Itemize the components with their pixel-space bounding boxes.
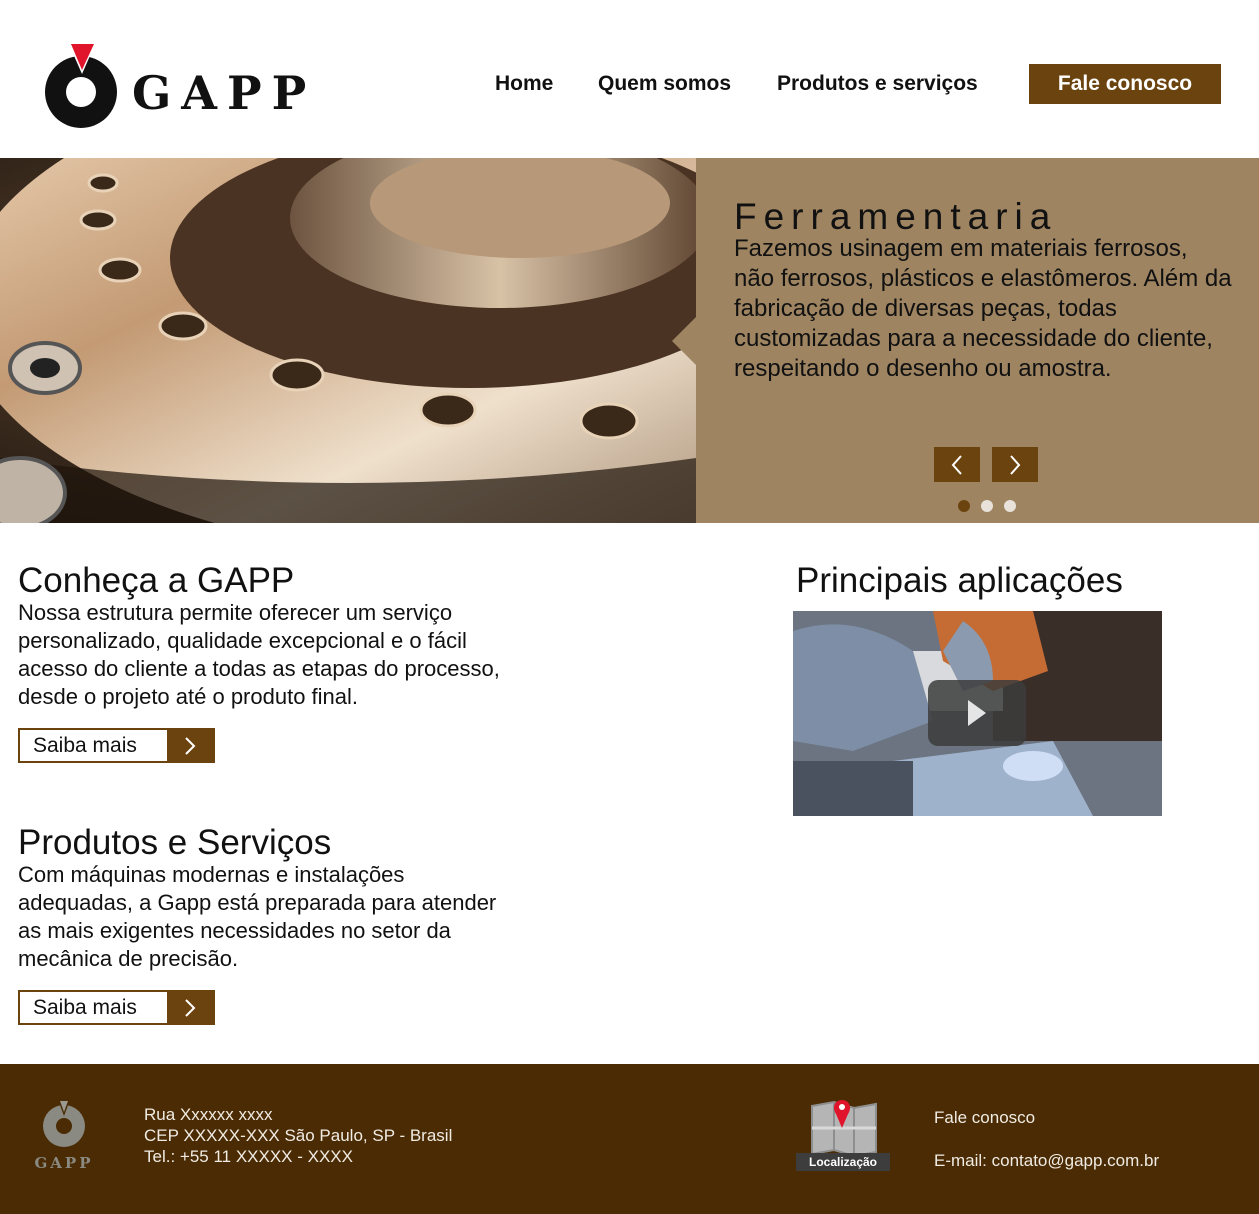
hero-title: Ferramentaria [734, 196, 1058, 237]
footer-contact-link[interactable]: Fale conosco [934, 1108, 1035, 1128]
products-more-label: Saiba mais [33, 996, 137, 1019]
svg-text:GAPP: GAPP [34, 1154, 93, 1172]
slider-dot-1[interactable] [958, 500, 970, 512]
about-more-arrow [167, 730, 213, 761]
products-more-arrow [167, 992, 213, 1023]
products-more-button[interactable]: Saiba mais [18, 990, 215, 1025]
about-more-button[interactable]: Saiba mais [18, 728, 215, 763]
nav-home[interactable]: Home [495, 72, 553, 96]
footer-email[interactable]: E-mail: contato@gapp.com.br [934, 1151, 1159, 1171]
slider-dot-3[interactable] [1004, 500, 1016, 512]
hero-panel-notch [672, 317, 696, 365]
footer-logo-icon: GAPP [34, 1100, 93, 1172]
products-title: Produtos e Serviços [18, 823, 332, 862]
hero-text-panel: Ferramentaria Fazemos usinagem em materi… [696, 158, 1259, 523]
chevron-left-icon [951, 454, 962, 475]
map-label: Localização [796, 1153, 890, 1171]
site-header: GAPP Home Quem somos Produtos e serviços… [0, 0, 1259, 158]
applications-video[interactable] [793, 611, 1162, 816]
about-title: Conheça a GAPP [18, 561, 295, 600]
slider-next-button[interactable] [992, 447, 1038, 482]
logo-wordmark: GAPP [132, 66, 317, 120]
slider-dot-2[interactable] [981, 500, 993, 512]
applications-title: Principais aplicações [796, 561, 1123, 600]
location-map-button[interactable]: Localização [796, 1098, 890, 1172]
nav-quem-somos[interactable]: Quem somos [598, 72, 731, 96]
address-street: Rua Xxxxxx xxxx [144, 1105, 273, 1124]
footer-logo[interactable]: GAPP [30, 1100, 98, 1174]
chevron-right-icon [1010, 454, 1021, 475]
play-icon [968, 700, 986, 726]
chevron-right-icon [185, 998, 196, 1017]
hero-image [0, 158, 696, 523]
contact-button[interactable]: Fale conosco [1029, 64, 1221, 104]
products-text: Com máquinas modernas e instalações adeq… [18, 862, 497, 971]
play-button[interactable] [928, 680, 1026, 746]
nav-produtos-servicos[interactable]: Produtos e serviços [777, 72, 978, 96]
address-cep: CEP XXXXX-XXX São Paulo, SP - Brasil [144, 1126, 453, 1145]
site-footer: GAPP Rua Xxxxxx xxxx CEP XXXXX-XXX São P… [0, 1064, 1259, 1214]
gapp-logo-mark-icon [45, 42, 117, 128]
hero-slider: Ferramentaria Fazemos usinagem em materi… [0, 158, 1259, 523]
footer-address: Rua Xxxxxx xxxx CEP XXXXX-XXX São Paulo,… [144, 1104, 452, 1167]
hero-description: Fazemos usinagem em materiais ferrosos, … [734, 235, 1232, 382]
about-more-label: Saiba mais [33, 734, 137, 757]
address-phone: Tel.: +55 11 XXXXX - XXXX [144, 1147, 353, 1166]
about-text: Nossa estrutura permite oferecer um serv… [18, 600, 500, 709]
chevron-right-icon [185, 736, 196, 755]
slider-prev-button[interactable] [934, 447, 980, 482]
gapp-logo[interactable]: GAPP [44, 38, 306, 130]
